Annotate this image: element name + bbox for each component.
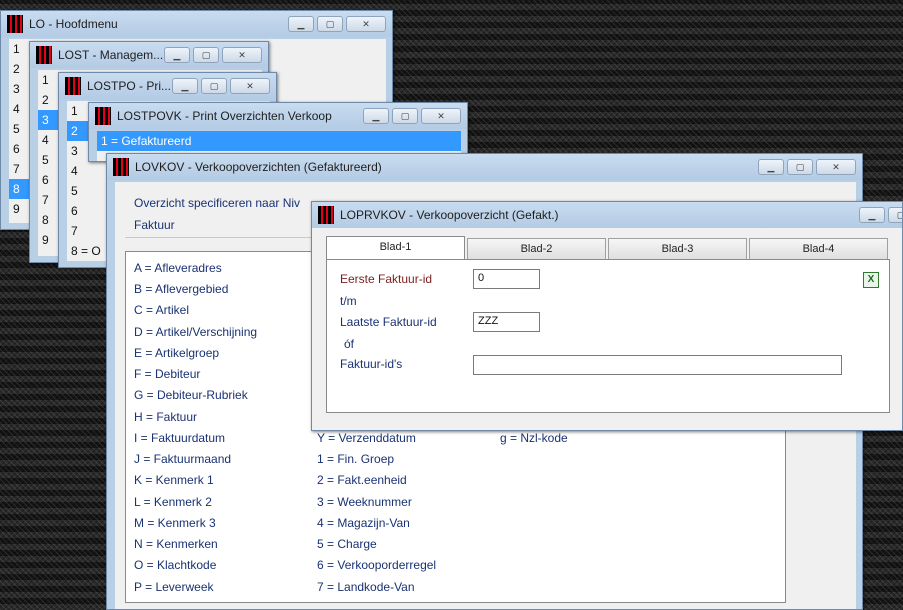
option-item[interactable]: K = Kenmerk 1 bbox=[134, 473, 214, 487]
minimize-button[interactable]: ▁ bbox=[172, 78, 198, 94]
close-button[interactable]: ✕ bbox=[230, 78, 270, 94]
app-logo-icon bbox=[95, 107, 111, 125]
window-title: LO - Hoofdmenu bbox=[29, 17, 118, 31]
app-logo-icon bbox=[113, 158, 129, 176]
option-item[interactable]: 4 = Magazijn-Van bbox=[317, 516, 410, 530]
maximize-button[interactable]: ▢ bbox=[317, 16, 343, 32]
option-item[interactable]: 2 = Fakt.eenheid bbox=[317, 473, 407, 487]
laatste-faktuur-id-label: Laatste Faktuur-id bbox=[340, 315, 437, 329]
window-title: LOPRVKOV - Verkoopoverzicht (Gefakt.) bbox=[340, 208, 559, 222]
titlebar[interactable]: LO - Hoofdmenu ▁ ▢ ✕ bbox=[1, 11, 392, 37]
option-item[interactable]: C = Artikel bbox=[134, 303, 189, 317]
option-item[interactable]: 5 = Charge bbox=[317, 537, 377, 551]
option-item[interactable]: g = Nzl-kode bbox=[500, 431, 568, 445]
option-item[interactable]: H = Faktuur bbox=[134, 410, 197, 424]
option-item[interactable]: D = Artikel/Verschijning bbox=[134, 325, 257, 339]
tab-blad-3[interactable]: Blad-3 bbox=[608, 238, 747, 260]
app-logo-icon bbox=[7, 15, 23, 33]
close-button[interactable]: ✕ bbox=[421, 108, 461, 124]
faktuur-ids-input[interactable] bbox=[473, 355, 842, 375]
menu-list: 1 = Gefaktureerd bbox=[97, 131, 461, 151]
close-button[interactable]: ✕ bbox=[222, 47, 262, 63]
close-button[interactable]: ✕ bbox=[816, 159, 856, 175]
option-item[interactable]: B = Aflevergebied bbox=[134, 282, 228, 296]
option-item[interactable]: N = Kenmerken bbox=[134, 537, 218, 551]
option-item[interactable]: I = Faktuurdatum bbox=[134, 431, 225, 445]
minimize-button[interactable]: ▁ bbox=[288, 16, 314, 32]
option-item[interactable]: 6 = Verkooporderregel bbox=[317, 558, 436, 572]
tab-strip: Blad-1 Blad-2 Blad-3 Blad-4 bbox=[326, 236, 890, 260]
laatste-faktuur-id-input[interactable]: ZZZ bbox=[473, 312, 540, 332]
app-logo-icon bbox=[36, 46, 52, 64]
spec-value: Faktuur bbox=[134, 218, 175, 232]
maximize-button[interactable]: ▢ bbox=[193, 47, 219, 63]
excel-icon[interactable]: X bbox=[863, 272, 879, 288]
option-item[interactable]: 7 = Landkode-Van bbox=[317, 580, 415, 594]
window-title: LOST - Managem... bbox=[58, 48, 164, 62]
option-item[interactable]: 3 = Weeknummer bbox=[317, 495, 412, 509]
window-title: LOVKOV - Verkoopoverzichten (Gefaktureer… bbox=[135, 160, 382, 174]
eerste-faktuur-id-label: Eerste Faktuur-id bbox=[340, 272, 433, 286]
tab-blad-2[interactable]: Blad-2 bbox=[467, 238, 606, 260]
option-item[interactable]: O = Klachtkode bbox=[134, 558, 216, 572]
titlebar[interactable]: LOPRVKOV - Verkoopoverzicht (Gefakt.) ▁ … bbox=[312, 202, 902, 228]
menu-item-selected[interactable]: 1 = Gefaktureerd bbox=[97, 131, 461, 151]
minimize-button[interactable]: ▁ bbox=[758, 159, 784, 175]
titlebar[interactable]: LOVKOV - Verkoopoverzichten (Gefaktureer… bbox=[107, 154, 862, 180]
app-logo-icon bbox=[318, 206, 334, 224]
option-item[interactable]: A = Afleveradres bbox=[134, 261, 222, 275]
option-item[interactable]: J = Faktuurmaand bbox=[134, 452, 231, 466]
option-item[interactable]: F = Debiteur bbox=[134, 367, 200, 381]
option-item[interactable]: P = Leverweek bbox=[134, 580, 214, 594]
maximize-button[interactable]: ▢ bbox=[888, 207, 902, 223]
spec-label: Overzicht specificeren naar Niv bbox=[134, 196, 301, 210]
titlebar[interactable]: LOSTPOVK - Print Overzichten Verkoop ▁ ▢… bbox=[89, 103, 467, 129]
app-logo-icon bbox=[65, 77, 81, 95]
titlebar[interactable]: LOSTPO - Pri... ▁ ▢ ✕ bbox=[59, 73, 276, 99]
window-loprvkov[interactable]: LOPRVKOV - Verkoopoverzicht (Gefakt.) ▁ … bbox=[311, 201, 903, 431]
faktuur-ids-label: Faktuur-id's bbox=[340, 357, 403, 371]
minimize-button[interactable]: ▁ bbox=[859, 207, 885, 223]
tab-blad-1[interactable]: Blad-1 bbox=[326, 236, 465, 260]
eerste-faktuur-id-input[interactable]: 0 bbox=[473, 269, 540, 289]
maximize-button[interactable]: ▢ bbox=[201, 78, 227, 94]
maximize-button[interactable]: ▢ bbox=[392, 108, 418, 124]
option-item[interactable]: E = Artikelgroep bbox=[134, 346, 219, 360]
tm-label: t/m bbox=[340, 294, 357, 308]
option-item[interactable]: Y = Verzenddatum bbox=[317, 431, 416, 445]
minimize-button[interactable]: ▁ bbox=[363, 108, 389, 124]
tab-blad-4[interactable]: Blad-4 bbox=[749, 238, 888, 260]
option-item[interactable]: M = Kenmerk 3 bbox=[134, 516, 216, 530]
option-item[interactable]: G = Debiteur-Rubriek bbox=[134, 388, 248, 402]
tab-page-blad-1: Eerste Faktuur-id 0 t/m Laatste Faktuur-… bbox=[326, 259, 890, 413]
option-item[interactable]: L = Kenmerk 2 bbox=[134, 495, 212, 509]
option-item[interactable]: 1 = Fin. Groep bbox=[317, 452, 394, 466]
window-title: LOSTPO - Pri... bbox=[87, 79, 172, 93]
titlebar[interactable]: LOST - Managem... ▁ ▢ ✕ bbox=[30, 42, 268, 68]
minimize-button[interactable]: ▁ bbox=[164, 47, 190, 63]
window-title: LOSTPOVK - Print Overzichten Verkoop bbox=[117, 109, 332, 123]
of-label: óf bbox=[344, 337, 355, 351]
close-button[interactable]: ✕ bbox=[346, 16, 386, 32]
maximize-button[interactable]: ▢ bbox=[787, 159, 813, 175]
